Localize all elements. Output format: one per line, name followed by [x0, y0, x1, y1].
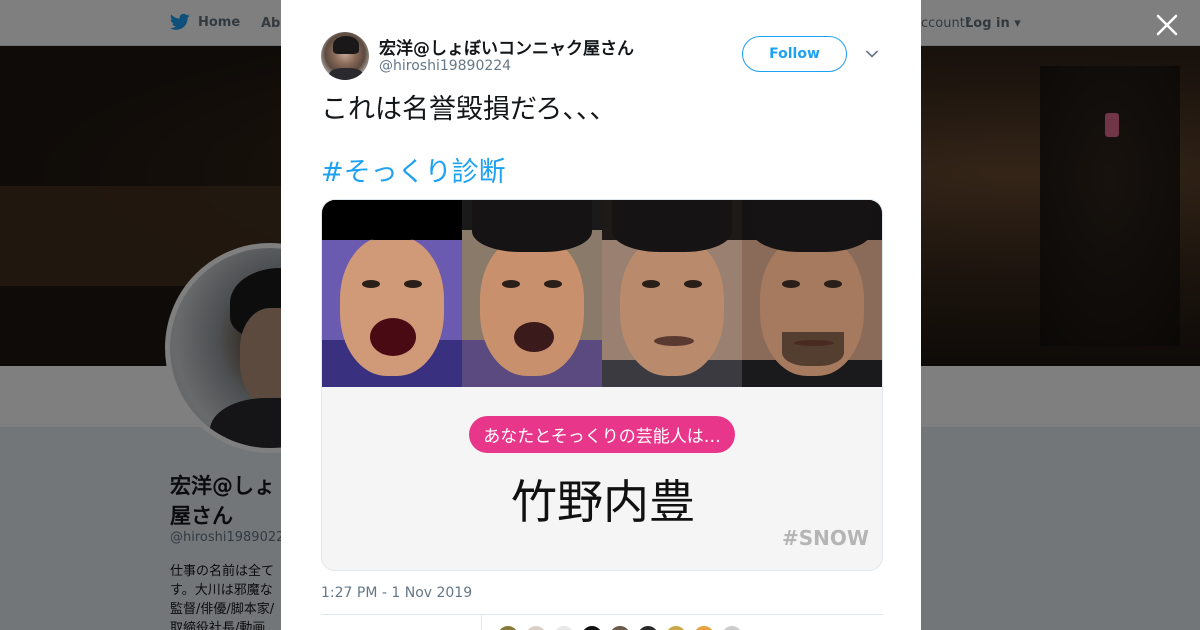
face-beard: [782, 332, 844, 366]
face-mouth: [370, 318, 416, 356]
face-eye: [782, 280, 800, 288]
liker-avatar[interactable]: [524, 624, 548, 630]
avatar-hair: [333, 36, 359, 54]
face-mouth: [514, 322, 554, 352]
tweet-media[interactable]: あなたとそっくりの芸能人は… 竹野内豊 #SNOW: [321, 199, 883, 571]
face-eye: [404, 280, 422, 288]
liker-avatar[interactable]: [692, 624, 716, 630]
close-icon[interactable]: [1154, 12, 1180, 38]
tweet-text: これは名誉毀損だろ、、、: [321, 94, 617, 125]
result-caption-pill: あなたとそっくりの芸能人は…: [469, 416, 735, 453]
liker-avatar[interactable]: [608, 624, 632, 630]
avatar-body: [329, 68, 363, 80]
celebrity-name: 竹野内豊: [511, 475, 695, 529]
face-skin: [480, 236, 584, 376]
face-eye: [684, 280, 702, 288]
face-panel: [322, 200, 462, 387]
face-eye: [824, 280, 842, 288]
chevron-down-icon[interactable]: [865, 47, 879, 61]
liker-avatars: [496, 624, 744, 630]
hashtag-link[interactable]: #そっくり診断: [321, 155, 506, 191]
face-hair: [472, 200, 592, 252]
face-eye: [544, 280, 562, 288]
snow-watermark: #SNOW: [782, 526, 869, 550]
tweet-modal: 宏洋@しょぼいコンニャク屋さん @hiroshi19890224 Follow …: [281, 0, 921, 630]
author-avatar[interactable]: [321, 32, 369, 80]
face-hair: [612, 200, 732, 252]
follow-button[interactable]: Follow: [742, 36, 847, 72]
face-eye: [502, 280, 520, 288]
face-hair: [332, 200, 452, 240]
face-mouth: [654, 336, 694, 346]
liker-avatar[interactable]: [636, 624, 660, 630]
liker-avatar[interactable]: [664, 624, 688, 630]
face-panel: [602, 200, 742, 387]
liker-avatar[interactable]: [720, 624, 744, 630]
face-hair: [752, 200, 872, 252]
face-skin: [620, 236, 724, 376]
face-eye: [642, 280, 660, 288]
face-morph-strip: [322, 200, 882, 387]
author-handle[interactable]: @hiroshi19890224: [379, 58, 511, 74]
author-name[interactable]: 宏洋@しょぼいコンニャク屋さん: [379, 34, 634, 59]
tweet-timestamp[interactable]: 1:27 PM - 1 Nov 2019: [321, 585, 472, 601]
face-mouth: [794, 340, 834, 346]
liker-avatar[interactable]: [552, 624, 576, 630]
face-panel: [462, 200, 602, 387]
face-panel: [742, 200, 882, 387]
liker-avatar[interactable]: [580, 624, 604, 630]
divider: [321, 614, 883, 615]
divider: [481, 615, 482, 630]
face-eye: [362, 280, 380, 288]
liker-avatar[interactable]: [496, 624, 520, 630]
